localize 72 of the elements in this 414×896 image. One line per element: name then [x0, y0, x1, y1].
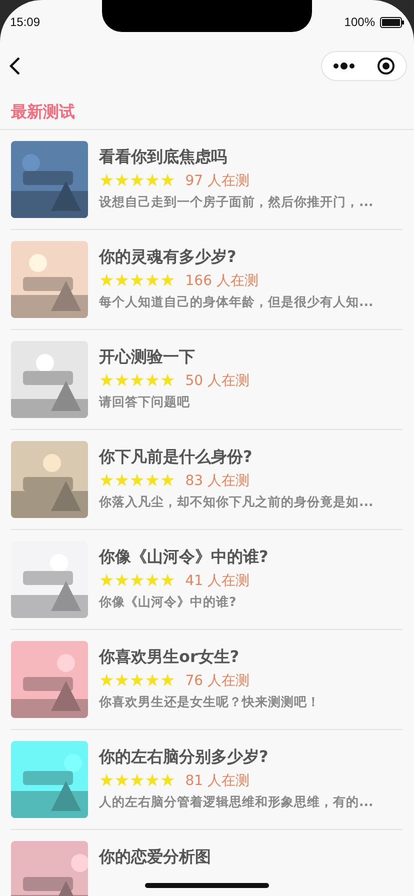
star-icon: ★ — [160, 672, 176, 690]
participant-count: 97 人在测 — [185, 172, 250, 190]
star-icon: ★ — [160, 272, 176, 290]
star-icon: ★ — [160, 172, 176, 190]
battery-percent: 100% — [344, 15, 375, 29]
star-icon: ★ — [99, 772, 114, 790]
test-item[interactable]: 你像《山河令》中的谁? ★★★★★ 41 人在测 你像《山河令》中的谁? — [11, 530, 403, 630]
star-icon: ★ — [160, 572, 176, 590]
star-icon: ★ — [99, 272, 114, 290]
star-icon: ★ — [114, 572, 130, 590]
star-icon: ★ — [160, 472, 176, 490]
capsule-menu[interactable] — [321, 51, 407, 81]
star-icon: ★ — [144, 472, 160, 490]
star-icon: ★ — [144, 572, 160, 590]
test-item[interactable]: 你的灵魂有多少岁? ★★★★★ 166 人在测 每个人知道自己的身体年龄，但是很少有人知... — [11, 230, 403, 330]
test-title: 你像《山河令》中的谁? — [99, 547, 268, 568]
test-item[interactable]: 开心测验一下 ★★★★★ 50 人在测 请回答下问题吧 — [11, 330, 403, 430]
star-icon: ★ — [114, 172, 130, 190]
test-title: 你喜欢男生or女生? — [99, 647, 240, 668]
status-time: 15:09 — [10, 15, 40, 29]
test-description: 你喜欢男生还是女生呢？快来测测吧！ — [99, 694, 320, 711]
star-icon: ★ — [114, 672, 130, 690]
star-icon: ★ — [99, 472, 114, 490]
test-description: 你落入凡尘，却不知你下凡之前的身份竟是如... — [99, 494, 374, 511]
battery-icon — [380, 16, 404, 28]
star-icon: ★ — [130, 672, 145, 690]
participant-count: 76 人在测 — [185, 672, 250, 690]
test-description: 设想自己走到一个房子面前，然后你推开门，... — [99, 194, 374, 211]
participant-count: 50 人在测 — [185, 372, 250, 390]
test-description: 人的左右脑分管着逻辑思维和形象思维，有的... — [99, 794, 374, 811]
test-title: 你下凡前是什么身份? — [99, 447, 254, 468]
test-item[interactable]: 你下凡前是什么身份? ★★★★★ 83 人在测 你落入凡尘，却不知你下凡之前的身份竟是如... — [11, 430, 403, 530]
star-icon: ★ — [130, 772, 145, 790]
test-title: 你的左右脑分别多少岁? — [99, 747, 270, 768]
star-icon: ★ — [160, 372, 176, 390]
star-icon: ★ — [99, 372, 114, 390]
participant-count: 83 人在测 — [185, 472, 250, 490]
star-icon: ★ — [114, 272, 130, 290]
star-icon: ★ — [99, 572, 114, 590]
star-icon: ★ — [99, 672, 114, 690]
participant-count: 81 人在测 — [185, 772, 250, 790]
test-description: 请回答下问题吧 — [99, 394, 191, 411]
test-item[interactable]: 看看你到底焦虑吗 ★★★★★ 97 人在测 设想自己走到一个房子面前，然后你推开门，... — [11, 130, 403, 230]
star-icon: ★ — [114, 472, 130, 490]
test-item[interactable]: 你的左右脑分别多少岁? ★★★★★ 81 人在测 人的左右脑分管着逻辑思维和形象思维，有的... — [11, 730, 403, 830]
star-icon: ★ — [114, 372, 130, 390]
star-icon: ★ — [130, 472, 145, 490]
star-icon: ★ — [144, 172, 160, 190]
test-title: 开心测验一下 — [99, 347, 196, 368]
star-icon: ★ — [144, 272, 160, 290]
participant-count: 166 人在测 — [185, 272, 258, 290]
section-title: 最新测试 — [11, 102, 75, 121]
target-icon[interactable] — [377, 57, 395, 75]
star-icon: ★ — [130, 272, 145, 290]
back-icon[interactable] — [8, 56, 22, 76]
test-description: 每个人知道自己的身体年龄，但是很少有人知... — [99, 294, 374, 311]
star-icon: ★ — [99, 172, 114, 190]
test-title: 看看你到底焦虑吗 — [99, 147, 228, 168]
star-icon: ★ — [130, 372, 145, 390]
star-icon: ★ — [130, 572, 145, 590]
star-icon: ★ — [130, 172, 145, 190]
star-icon: ★ — [144, 772, 160, 790]
test-description: 你像《山河令》中的谁? — [99, 594, 238, 611]
star-icon: ★ — [144, 672, 160, 690]
test-item[interactable]: 你喜欢男生or女生? ★★★★★ 76 人在测 你喜欢男生还是女生呢？快来测测吧！ — [11, 630, 403, 730]
star-icon: ★ — [114, 772, 130, 790]
test-title: 你的灵魂有多少岁? — [99, 247, 238, 268]
test-title: 你的恋爱分析图 — [99, 847, 211, 868]
star-icon: ★ — [144, 372, 160, 390]
more-icon[interactable] — [333, 62, 355, 70]
participant-count: 41 人在测 — [185, 572, 250, 590]
star-icon: ★ — [160, 772, 176, 790]
